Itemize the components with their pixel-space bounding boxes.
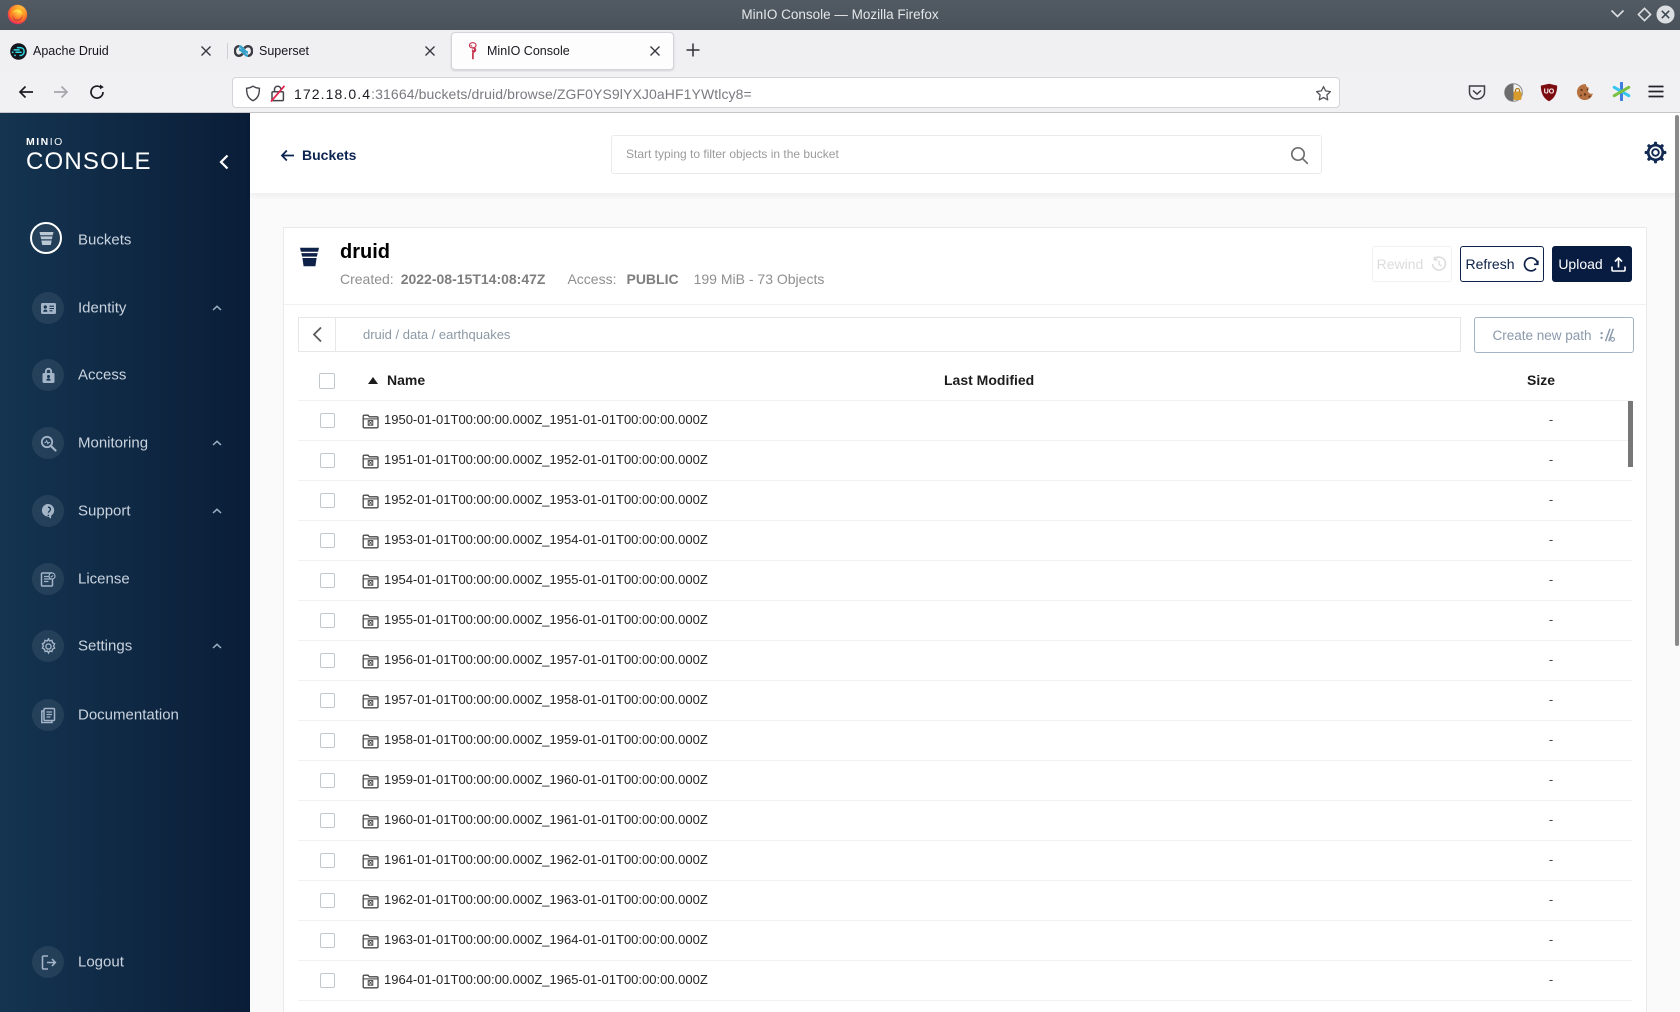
svg-text:UO: UO: [1544, 89, 1555, 96]
